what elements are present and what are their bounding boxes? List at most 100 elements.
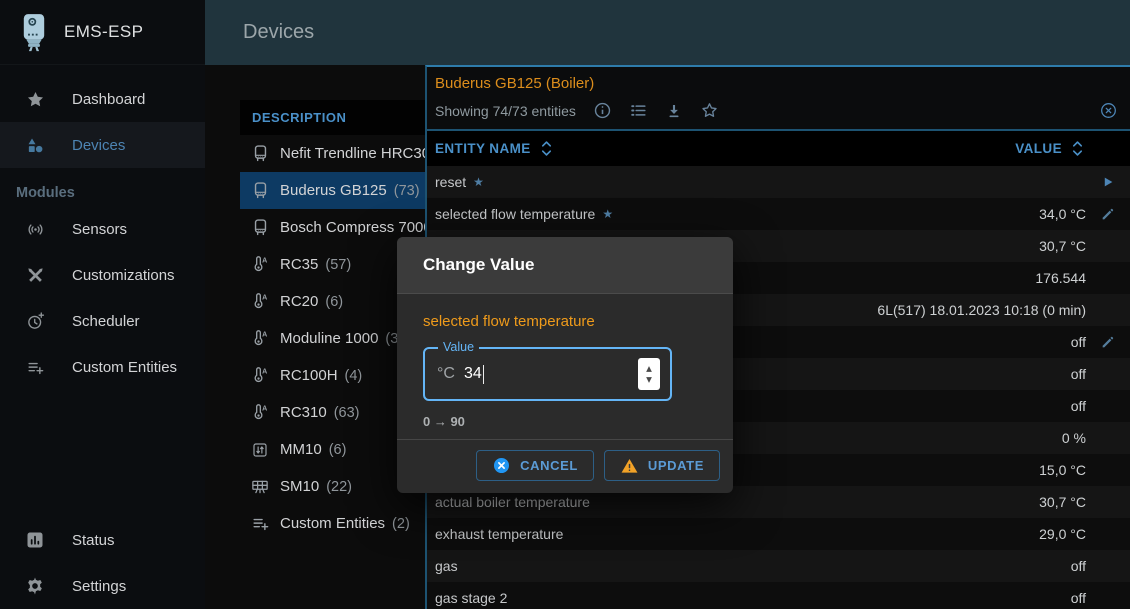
value-range-hint: 0 → 90 bbox=[423, 414, 707, 429]
sidebar-item-label: Sensors bbox=[72, 221, 127, 238]
update-button[interactable]: UPDATE bbox=[604, 450, 720, 481]
device-row[interactable]: Nefit Trendline HRC30/C bbox=[240, 135, 425, 172]
sidebar-item[interactable]: Scheduler bbox=[0, 298, 205, 344]
sidebar: EMS-ESP Dashboard Devices Modules Sensor… bbox=[0, 0, 205, 609]
entity-row: gas off bbox=[427, 550, 1130, 582]
app-title: EMS-ESP bbox=[64, 22, 143, 42]
change-value-dialog: Change Value selected flow temperature V… bbox=[397, 237, 733, 493]
entity-toolbar: Showing 74/73 entities bbox=[427, 93, 1130, 129]
modules-section-label: Modules bbox=[16, 185, 205, 201]
modules-nav: Sensors Customizations Scheduler Custom … bbox=[0, 206, 205, 390]
playlist-add-icon bbox=[25, 358, 45, 377]
thermostat-icon: A bbox=[249, 329, 271, 348]
stepper-down-icon[interactable]: ▼ bbox=[646, 376, 652, 384]
device-label: SM10 bbox=[280, 478, 319, 495]
sidebar-item-label: Customizations bbox=[72, 267, 175, 284]
device-row[interactable]: Custom Entities (2) bbox=[240, 505, 425, 542]
info-icon[interactable] bbox=[593, 101, 612, 120]
boiler-icon bbox=[249, 144, 271, 163]
device-label: Buderus GB125 bbox=[280, 182, 387, 199]
device-label: Nefit Trendline HRC30/C bbox=[280, 145, 425, 162]
device-entity-count: (63) bbox=[334, 405, 360, 421]
play-icon[interactable] bbox=[1086, 175, 1130, 189]
entity-value: 30,7 °C bbox=[1039, 494, 1086, 510]
entity-value: off bbox=[1071, 398, 1086, 414]
device-label: RC35 bbox=[280, 256, 318, 273]
favorite-star-icon: ★ bbox=[473, 175, 484, 189]
entity-table-header: ENTITY NAME VALUE bbox=[427, 131, 1130, 166]
sidebar-item[interactable]: Sensors bbox=[0, 206, 205, 252]
sort-entity-name[interactable]: ENTITY NAME bbox=[435, 140, 1015, 157]
entity-value: off bbox=[1071, 558, 1086, 574]
warning-icon bbox=[620, 457, 639, 475]
entity-name: selected flow temperature bbox=[435, 206, 595, 222]
stepper-up-icon[interactable]: ▲ bbox=[646, 365, 652, 373]
sidebar-item[interactable]: Custom Entities bbox=[0, 344, 205, 390]
svg-text:A: A bbox=[262, 257, 267, 265]
main-nav: Dashboard Devices bbox=[0, 76, 205, 168]
thermostat-icon: A bbox=[249, 366, 271, 385]
value-input-label: Value bbox=[438, 340, 479, 354]
entity-value: 176.544 bbox=[1035, 270, 1086, 286]
sidebar-item-label: Scheduler bbox=[72, 313, 140, 330]
sort-icon bbox=[540, 140, 553, 157]
number-stepper[interactable]: ▲▼ bbox=[638, 358, 660, 390]
thermostat-icon: A bbox=[249, 403, 271, 422]
boiler-icon bbox=[249, 218, 271, 237]
value-text: 34 bbox=[464, 365, 482, 383]
sidebar-item-label: Settings bbox=[72, 578, 126, 595]
entity-name: gas bbox=[435, 558, 458, 574]
device-row[interactable]: Buderus GB125 (73) bbox=[240, 172, 425, 209]
thermostat-icon: A bbox=[249, 255, 271, 274]
entity-name: actual boiler temperature bbox=[435, 494, 590, 510]
star-icon bbox=[25, 90, 45, 109]
entity-value: off bbox=[1071, 366, 1086, 382]
device-entity-count: (2) bbox=[392, 516, 410, 532]
sidebar-item[interactable]: Dashboard bbox=[0, 76, 205, 122]
cancel-button-label: CANCEL bbox=[520, 458, 578, 473]
thermostat-icon: A bbox=[249, 292, 271, 311]
sidebar-item[interactable]: Status bbox=[0, 517, 205, 563]
playlist-add-icon bbox=[249, 514, 271, 533]
entity-panel-title: Buderus GB125 (Boiler) bbox=[427, 67, 1130, 93]
sidebar-item-label: Status bbox=[72, 532, 115, 549]
showing-entities-text: Showing 74/73 entities bbox=[435, 103, 576, 119]
svg-text:A: A bbox=[262, 294, 267, 302]
bottom-nav: Status Settings bbox=[0, 517, 205, 609]
entity-row: exhaust temperature 29,0 °C bbox=[427, 518, 1130, 550]
entity-value: 34,0 °C bbox=[1039, 206, 1086, 222]
device-label: MM10 bbox=[280, 441, 322, 458]
cancel-button[interactable]: CANCEL bbox=[476, 450, 594, 481]
dialog-title: Change Value bbox=[397, 237, 733, 294]
entity-row: gas stage 2 off bbox=[427, 582, 1130, 609]
close-icon[interactable] bbox=[1099, 101, 1118, 120]
entity-name: reset bbox=[435, 174, 466, 190]
entity-row: reset ★ bbox=[427, 166, 1130, 198]
value-input[interactable]: Value °C 34 ▲▼ bbox=[423, 347, 672, 401]
sort-value[interactable]: VALUE bbox=[1015, 140, 1084, 157]
update-button-label: UPDATE bbox=[648, 458, 704, 473]
unit-label: °C bbox=[437, 365, 455, 383]
sidebar-item[interactable]: Devices bbox=[0, 122, 205, 168]
playlist-icon[interactable] bbox=[629, 101, 648, 120]
solar-icon bbox=[249, 477, 271, 496]
star-outline-icon[interactable] bbox=[700, 101, 719, 120]
favorite-star-icon: ★ bbox=[602, 207, 613, 221]
svg-text:A: A bbox=[262, 368, 267, 376]
device-entity-count: (73) bbox=[394, 183, 420, 199]
gear-icon bbox=[25, 576, 45, 596]
entity-value: off bbox=[1071, 334, 1086, 350]
sidebar-item[interactable]: Settings bbox=[0, 563, 205, 609]
edit-icon[interactable] bbox=[1086, 334, 1130, 350]
dialog-body: selected flow temperature Value °C 34 ▲▼… bbox=[397, 294, 733, 429]
edit-icon[interactable] bbox=[1086, 206, 1130, 222]
sidebar-item[interactable]: Customizations bbox=[0, 252, 205, 298]
device-label: RC20 bbox=[280, 293, 318, 310]
sidebar-item-label: Dashboard bbox=[72, 91, 145, 108]
sensor-icon bbox=[25, 220, 45, 239]
dialog-footer: CANCEL UPDATE bbox=[397, 439, 733, 493]
download-icon[interactable] bbox=[665, 102, 683, 120]
sort-icon bbox=[1071, 140, 1084, 157]
entity-value: 30,7 °C bbox=[1039, 238, 1086, 254]
device-list-header[interactable]: DESCRIPTION bbox=[240, 100, 425, 135]
